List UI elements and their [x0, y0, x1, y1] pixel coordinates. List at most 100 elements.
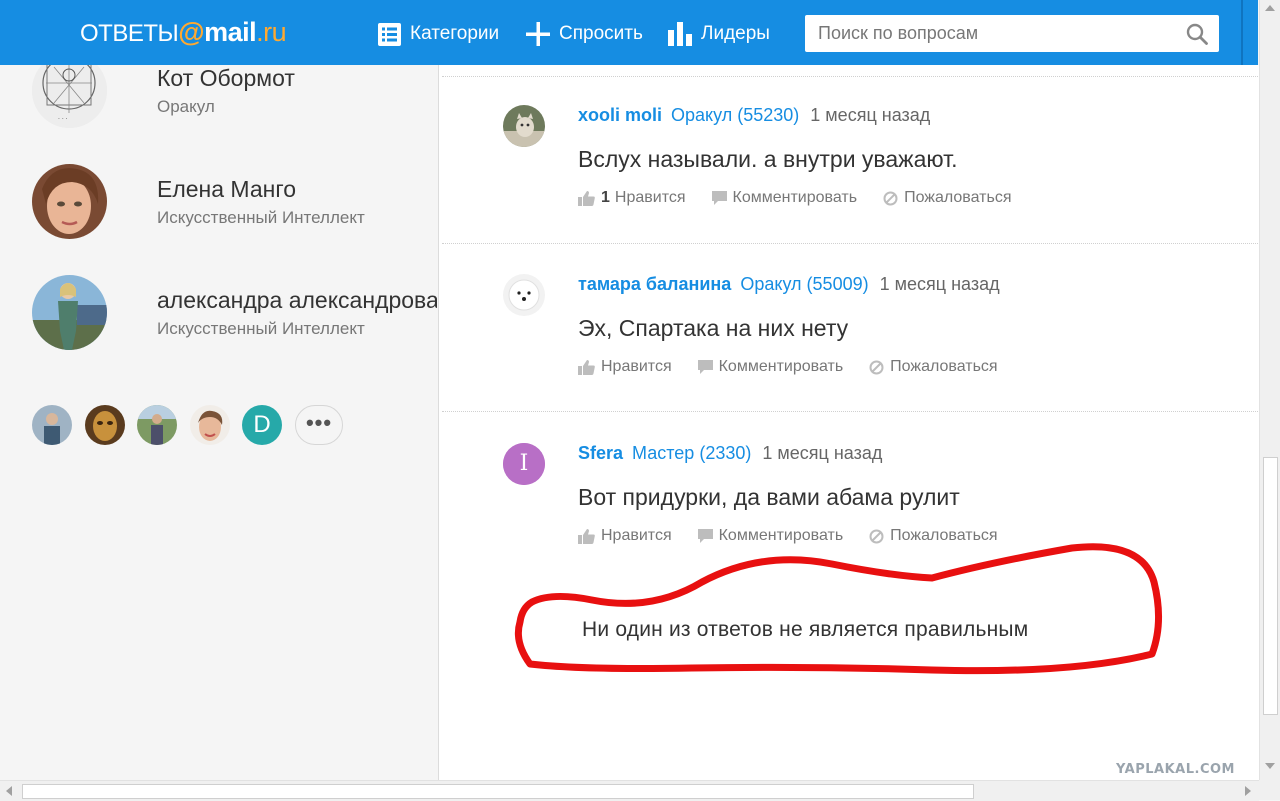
leader-name: Елена Манго — [157, 176, 297, 202]
answer-time: 1 месяц назад — [762, 443, 883, 463]
answer-time: 1 месяц назад — [810, 105, 931, 125]
answer-user-level[interactable]: Оракул (55009) — [740, 274, 868, 294]
sketch-avatar-image: · · · — [32, 65, 107, 128]
answer-meta: тамара баланина Оракул (55009) 1 месяц н… — [578, 274, 1000, 295]
top-bar: ОТВЕТЫ @ mail .ru Категории Спросить Лид… — [0, 0, 1258, 65]
nav-categories-label: Категории — [410, 23, 500, 44]
mini-avatar[interactable] — [137, 405, 177, 445]
answer-avatar[interactable] — [503, 105, 545, 147]
answer-avatar[interactable]: I — [503, 443, 545, 485]
nav-categories[interactable]: Категории — [378, 20, 499, 48]
mini-avatar[interactable] — [85, 405, 125, 445]
leader-avatar — [32, 164, 107, 239]
forbidden-icon — [883, 191, 898, 205]
leader-name: александра александрова — [157, 287, 437, 313]
report-button[interactable]: Пожаловаться — [883, 189, 1012, 207]
person-photo-image — [32, 405, 72, 445]
nav-ask[interactable]: Спросить — [526, 20, 643, 48]
like-button[interactable]: Нравится — [578, 358, 672, 376]
answer-username[interactable]: Sfera — [578, 443, 623, 463]
cat-photo-image — [503, 105, 545, 147]
answer-meta: xooli moli Оракул (55230) 1 месяц назад — [578, 105, 930, 126]
person-outdoor-image — [137, 405, 177, 445]
like-button[interactable]: 1 Нравится — [578, 189, 686, 207]
no-best-answer-text: Ни один из ответов не является правильны… — [582, 618, 1029, 641]
thumbs-up-icon — [578, 190, 595, 206]
like-count: 1 — [601, 189, 610, 206]
mini-avatar[interactable] — [190, 405, 230, 445]
comment-icon — [697, 529, 713, 543]
nav-leaders-label: Лидеры — [701, 23, 770, 44]
report-button[interactable]: Пожаловаться — [869, 358, 998, 376]
nav-ask-label: Спросить — [559, 23, 643, 44]
forbidden-icon — [869, 360, 884, 374]
answer-time: 1 месяц назад — [879, 274, 1000, 294]
logo-mail-text: mail — [204, 17, 257, 47]
answer-username[interactable]: xooli moli — [578, 105, 662, 125]
mini-avatar-letter[interactable]: D — [242, 405, 282, 445]
answer-divider — [442, 76, 1258, 77]
plus-icon — [526, 22, 550, 46]
search-input[interactable] — [805, 15, 1175, 52]
svg-text:· · ·: · · · — [58, 116, 68, 123]
red-circle-annotation — [514, 543, 1163, 675]
logo-otvety-text: ОТВЕТЫ — [80, 20, 179, 47]
answer-actions: Нравится Комментировать Пожаловаться — [578, 358, 1024, 376]
header-divider — [1241, 0, 1243, 65]
like-label: Нравится — [601, 358, 672, 375]
avatar-letter: I — [519, 451, 529, 476]
mask-photo-image — [85, 405, 125, 445]
answer-divider — [442, 243, 1258, 244]
comment-icon — [711, 191, 727, 205]
comment-label: Комментировать — [718, 358, 844, 375]
scroll-left-arrow-icon[interactable] — [5, 786, 13, 796]
more-leaders-button[interactable]: ••• — [295, 405, 343, 445]
scrollbar-corner — [1259, 780, 1280, 800]
like-label: Нравится — [614, 189, 686, 206]
search-icon[interactable] — [1186, 23, 1208, 45]
otvety-mail-logo[interactable]: ОТВЕТЫ @ mail .ru — [80, 17, 287, 47]
scroll-up-arrow-icon[interactable] — [1265, 4, 1275, 12]
nav-leaders[interactable]: Лидеры — [668, 20, 770, 48]
comment-icon — [697, 360, 713, 374]
leader-item[interactable]: александра александрова Искусственный Ин… — [32, 275, 437, 351]
woman-outdoor-image — [32, 275, 107, 350]
leaders-sidebar: · · · Кот Обормот Оракул Елена Манго Иск… — [0, 65, 437, 780]
leader-item[interactable]: Елена Манго Искусственный Интеллект — [32, 164, 437, 240]
scroll-right-arrow-icon[interactable] — [1244, 786, 1252, 796]
leader-rank: Искусственный Интеллект — [157, 319, 365, 338]
horizontal-scrollbar[interactable] — [0, 780, 1259, 801]
leader-rank: Оракул — [157, 97, 215, 116]
answer-avatar[interactable] — [503, 274, 545, 316]
answer-divider — [442, 411, 1258, 412]
horizontal-scroll-thumb[interactable] — [22, 784, 974, 799]
comment-label: Комментировать — [732, 189, 858, 206]
mini-avatar[interactable] — [32, 405, 72, 445]
answer-text: Эх, Спартака на них нету — [578, 315, 849, 341]
white-dog-image — [503, 274, 545, 316]
answer-user-level[interactable]: Мастер (2330) — [632, 443, 751, 463]
vertical-scroll-thumb[interactable] — [1263, 457, 1278, 715]
comment-button[interactable]: Комментировать — [711, 189, 858, 207]
answer-meta: Sfera Мастер (2330) 1 месяц назад — [578, 443, 882, 464]
scroll-down-arrow-icon[interactable] — [1265, 762, 1275, 770]
logo-at-sign: @ — [178, 17, 205, 47]
answer-username[interactable]: тамара баланина — [578, 274, 731, 294]
search-box — [805, 15, 1219, 52]
leader-item[interactable]: · · · Кот Обормот Оракул — [32, 65, 437, 129]
watermark: YAPLAKAL.COM — [1116, 762, 1235, 777]
answer-actions: 1 Нравится Комментировать Пожаловаться — [578, 189, 1038, 207]
report-label: Пожаловаться — [890, 358, 998, 375]
report-label: Пожаловаться — [904, 189, 1012, 206]
woman-face-image — [190, 405, 230, 445]
vertical-scrollbar[interactable] — [1259, 0, 1280, 780]
answer-user-level[interactable]: Оракул (55230) — [671, 105, 799, 125]
leader-avatar — [32, 275, 107, 350]
comment-button[interactable]: Комментировать — [697, 358, 844, 376]
woman-portrait-image — [32, 164, 107, 239]
answer-text: Вот придурки, да вами абама рулит — [578, 484, 960, 510]
logo-ru-text: .ru — [256, 17, 287, 47]
list-icon — [378, 22, 401, 46]
thumbs-up-icon — [578, 359, 595, 375]
leader-rank: Искусственный Интеллект — [157, 208, 365, 227]
